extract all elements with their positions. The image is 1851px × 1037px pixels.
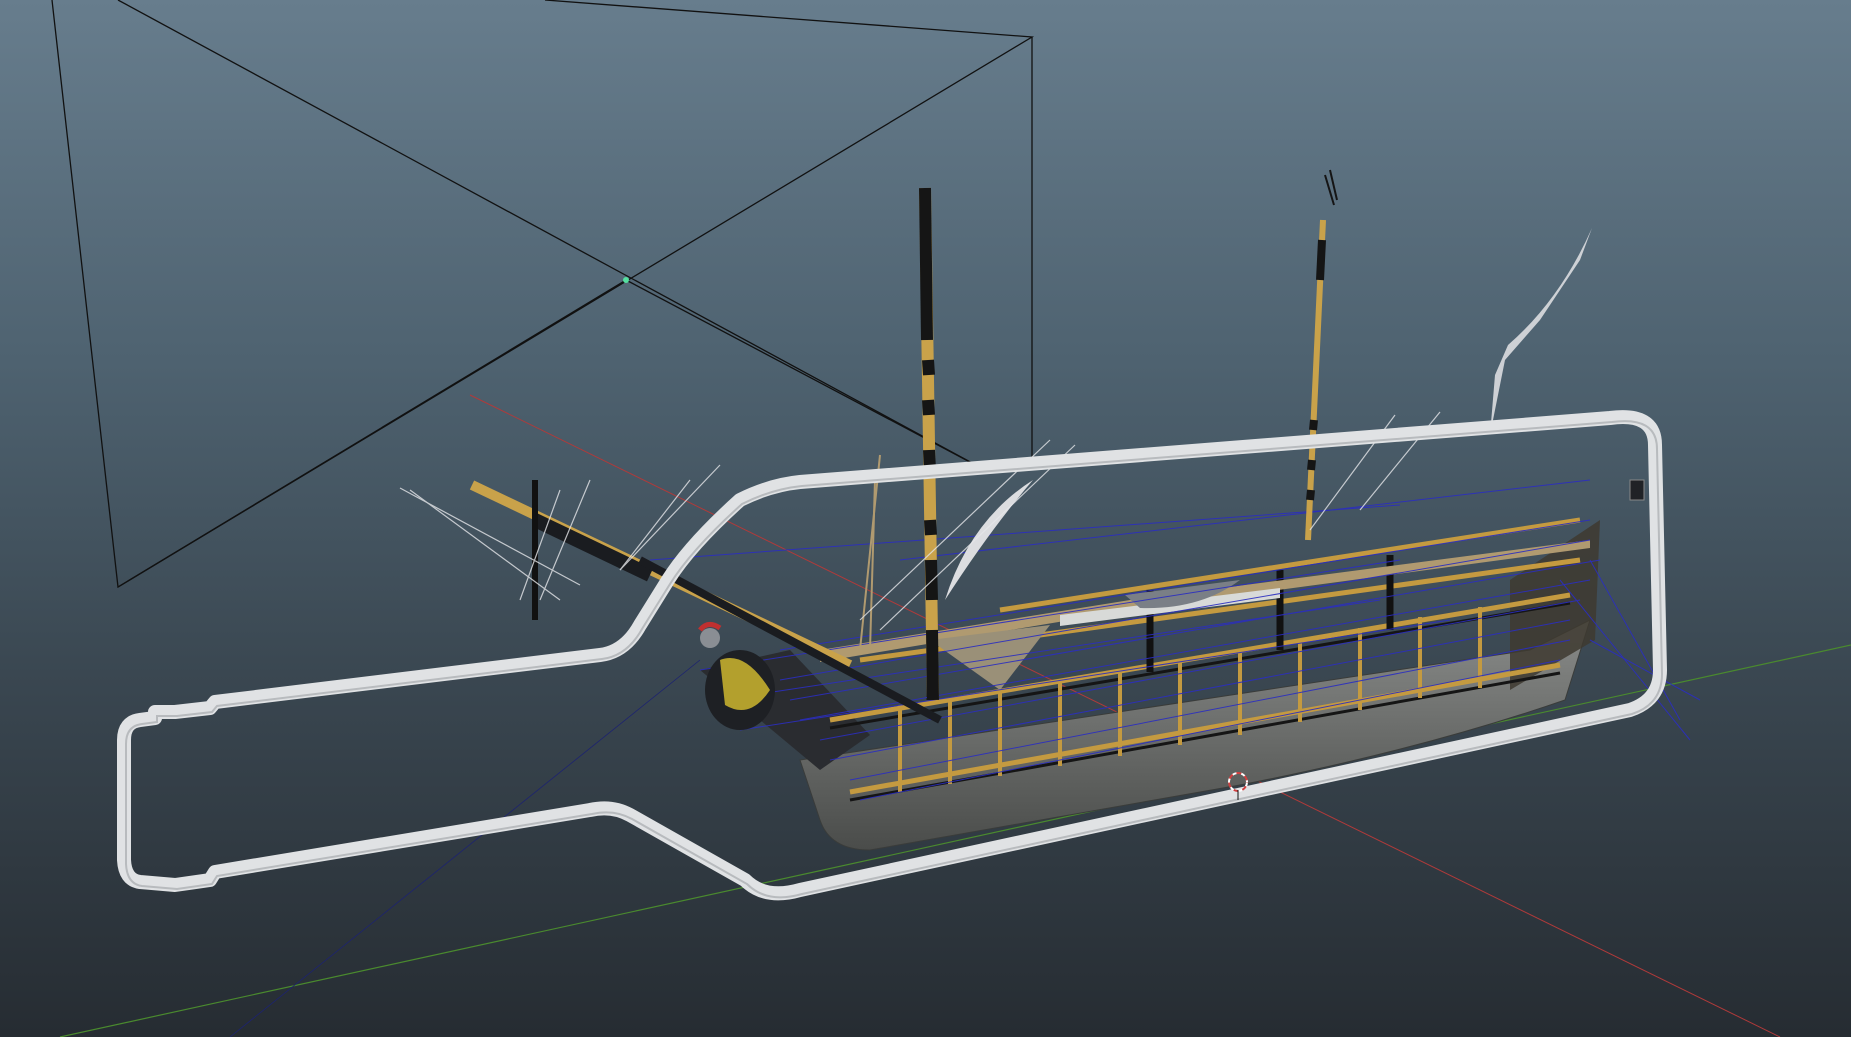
scene-canvas[interactable] bbox=[0, 0, 1851, 1037]
ship-model[interactable] bbox=[700, 517, 1600, 851]
flag-sail[interactable] bbox=[1490, 228, 1592, 435]
ship-sails[interactable] bbox=[945, 228, 1592, 600]
ship-hull[interactable] bbox=[799, 619, 1591, 851]
camera-origin-icon[interactable] bbox=[623, 277, 629, 283]
ship-figurehead bbox=[698, 622, 775, 730]
stern-lantern-icon bbox=[1629, 479, 1645, 501]
grid-axis-z-line bbox=[229, 659, 701, 1037]
3d-viewport[interactable] bbox=[0, 0, 1851, 1037]
camera-object[interactable] bbox=[51, 0, 1035, 589]
grid-axis-y-line bbox=[59, 644, 1851, 1037]
